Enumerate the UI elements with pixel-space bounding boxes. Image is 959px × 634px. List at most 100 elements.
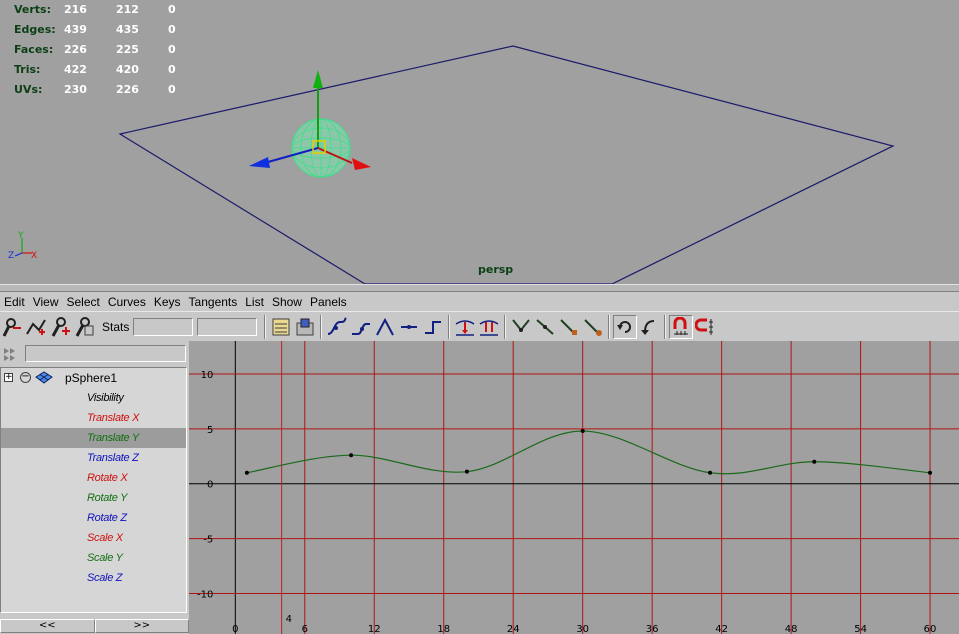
- menu-keys[interactable]: Keys: [150, 295, 185, 309]
- undo-icon[interactable]: [637, 315, 661, 339]
- scroll-left-button[interactable]: <<: [0, 619, 95, 633]
- keyframe-point[interactable]: [349, 453, 354, 458]
- curve-graph[interactable]: 4 0 6 12 18 24 30 36 42 48 54 60 10 5 0 -5 -10: [189, 341, 959, 634]
- outliner-attribute-row[interactable]: Scale X: [1, 528, 186, 548]
- plateau-tangent-icon[interactable]: [453, 315, 477, 339]
- scroll-right-button[interactable]: >>: [94, 619, 189, 633]
- stats-label: Stats: [102, 320, 130, 334]
- sphere-mesh[interactable]: [291, 118, 351, 178]
- outliner-object-row[interactable]: + − pSphere1: [1, 368, 186, 388]
- hud-value: 420: [116, 63, 139, 76]
- hud-label: Tris:: [14, 63, 41, 76]
- expand-icon[interactable]: +: [4, 373, 13, 382]
- unify-tangents-icon[interactable]: [533, 315, 557, 339]
- spline-tangent-icon[interactable]: [325, 315, 349, 339]
- toolbar-divider: [264, 315, 267, 339]
- x-tick-label: 30: [576, 624, 589, 634]
- flat-tangent-icon[interactable]: [397, 315, 421, 339]
- perspective-viewport[interactable]: Y Z X Verts: 216 212 0 Edges: 439 435 0 Faces: 22…: [0, 0, 959, 284]
- keyframe-point[interactable]: [244, 470, 249, 475]
- keyframe-point[interactable]: [708, 470, 713, 475]
- outliner-attribute-row[interactable]: Translate Y: [1, 428, 186, 448]
- outliner-filter-input[interactable]: [25, 345, 186, 362]
- toolbar-divider: [448, 315, 451, 339]
- frame-all-icon[interactable]: [269, 315, 293, 339]
- axis-y-label: Y: [17, 231, 24, 241]
- y-tick-label: 10: [201, 370, 214, 381]
- ground-grid-outline: [118, 45, 895, 284]
- x-tick-label: 6: [302, 624, 308, 634]
- outliner-attribute-row[interactable]: Visibility: [1, 388, 186, 408]
- hud-row: Tris: 422 420 0: [14, 63, 208, 83]
- curve-graph-area[interactable]: 4 0 6 12 18 24 30 36 42 48 54 60 10 5 0 -5 -10: [189, 341, 959, 634]
- y-tick-label: 0: [207, 480, 213, 491]
- keyframe-point[interactable]: [464, 469, 469, 474]
- hud-value: 226: [116, 83, 139, 96]
- step-tangent-icon[interactable]: [421, 315, 445, 339]
- outliner-attribute-row[interactable]: Translate X: [1, 408, 186, 428]
- hud-row: Verts: 216 212 0: [14, 3, 208, 23]
- hud-value: 226: [64, 43, 87, 56]
- hud-value: 422: [64, 63, 87, 76]
- linear-tangent-icon[interactable]: [373, 315, 397, 339]
- object-name: pSphere1: [65, 371, 118, 385]
- menu-list[interactable]: List: [241, 295, 268, 309]
- time-snap-icon[interactable]: [669, 315, 694, 339]
- menu-show[interactable]: Show: [268, 295, 306, 309]
- buffer-curve-icon[interactable]: [477, 315, 501, 339]
- insert-keys-icon[interactable]: [24, 315, 48, 339]
- lattice-deform-keys-icon[interactable]: [72, 315, 96, 339]
- graph-outliner: + − pSphere1 Visibility Translate X Transl…: [0, 341, 189, 634]
- keyframe-point[interactable]: [812, 459, 817, 464]
- outliner-attribute-row[interactable]: Translate Z: [1, 448, 186, 468]
- filter-arrows-icon[interactable]: [2, 346, 22, 362]
- add-keys-icon[interactable]: [48, 315, 72, 339]
- attribute-label: Translate X: [87, 412, 140, 424]
- x-tick-label: 18: [437, 624, 450, 634]
- hud-label: Verts:: [14, 3, 52, 16]
- free-tangent-weight-icon[interactable]: [557, 315, 581, 339]
- outliner-attribute-row[interactable]: Scale Z: [1, 568, 186, 588]
- axis-x-label: X: [31, 251, 37, 261]
- keyframe-point[interactable]: [928, 470, 933, 475]
- menu-curves[interactable]: Curves: [104, 295, 150, 309]
- stats-value-field[interactable]: [197, 318, 258, 336]
- cycle-icon[interactable]: [613, 315, 638, 339]
- menu-tangents[interactable]: Tangents: [185, 295, 242, 309]
- lock-tangent-weight-icon[interactable]: [581, 315, 605, 339]
- collapse-icon[interactable]: −: [20, 372, 31, 383]
- menu-view[interactable]: View: [29, 295, 63, 309]
- menu-edit[interactable]: Edit: [0, 295, 29, 309]
- stats-time-field[interactable]: [133, 318, 194, 336]
- pane-separator[interactable]: [0, 284, 959, 292]
- x-tick-label: 36: [646, 624, 659, 634]
- hud-value: 0: [168, 83, 176, 96]
- hud-value: 0: [168, 3, 176, 16]
- outliner-attribute-row[interactable]: Rotate Y: [1, 488, 186, 508]
- value-snap-icon[interactable]: [693, 315, 717, 339]
- outliner-tree[interactable]: + − pSphere1 Visibility Translate X Transl…: [0, 367, 187, 613]
- menu-panels[interactable]: Panels: [306, 295, 351, 309]
- hud-label: Edges:: [14, 23, 56, 36]
- hud-value: 230: [64, 83, 87, 96]
- hud-row: UVs: 230 226 0: [14, 83, 208, 103]
- x-tick-label: 48: [785, 624, 798, 634]
- clamped-tangent-icon[interactable]: [349, 315, 373, 339]
- menu-select[interactable]: Select: [62, 295, 103, 309]
- animation-curve: [246, 430, 931, 475]
- keyframe-point[interactable]: [580, 429, 585, 434]
- hud-value: 225: [116, 43, 139, 56]
- frame-playback-range-icon[interactable]: [293, 315, 317, 339]
- outliner-attribute-row[interactable]: Scale Y: [1, 548, 186, 568]
- attribute-label: Rotate Y: [87, 492, 128, 504]
- outliner-attribute-row[interactable]: Rotate Z: [1, 508, 186, 528]
- attribute-label: Scale Y: [87, 552, 123, 564]
- axis-z-label: Z: [8, 251, 14, 261]
- break-tangents-icon[interactable]: [509, 315, 533, 339]
- x-tick-label: 24: [507, 624, 520, 634]
- move-nearest-picked-key-icon[interactable]: [0, 315, 24, 339]
- outliner-attribute-row[interactable]: Rotate X: [1, 468, 186, 488]
- polygon-mesh-icon: [35, 371, 53, 384]
- hud-value: 212: [116, 3, 139, 16]
- graph-editor-toolbar: Stats: [0, 311, 959, 342]
